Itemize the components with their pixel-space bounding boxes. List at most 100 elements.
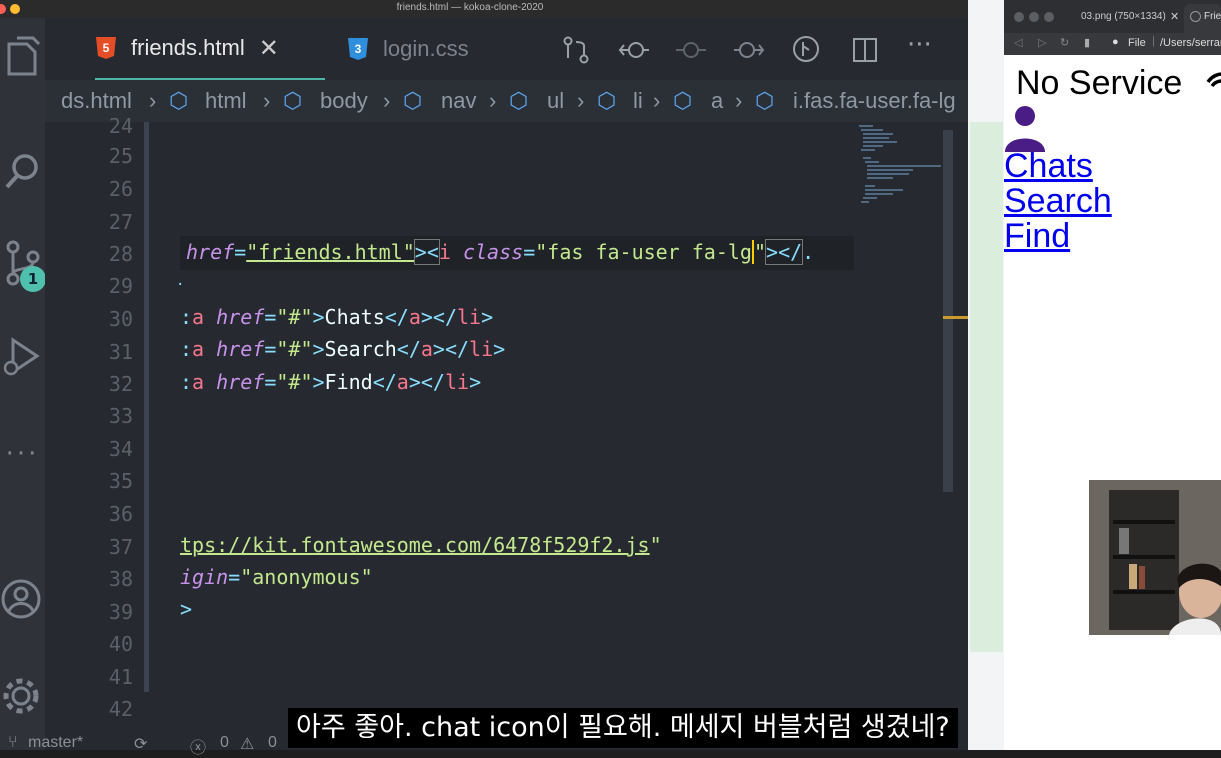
browser-tab-title[interactable]: 03.png (750×1334) [1081,11,1166,22]
line-number: 36 [108,502,133,526]
code-line-39[interactable]: > [180,597,192,621]
source-control-icon[interactable]: 1 [0,236,46,292]
cube-icon: ⬡ [755,88,775,113]
breadcrumb-item[interactable]: li [633,88,643,114]
code-token: = [523,240,536,264]
zoom-window-button[interactable] [1044,12,1054,22]
breadcrumb-item[interactable]: nav [441,88,476,114]
search-icon[interactable] [0,143,45,199]
minimap[interactable] [853,122,943,212]
tab-login-css[interactable]: 3 login.css [347,18,507,80]
user-icon [1005,106,1045,152]
chevron-right-icon: › [489,88,497,113]
code-token: Find [324,370,373,394]
line-number: 28 [108,242,133,266]
code-line-31[interactable]: :a href="#">Search</a></li> [180,337,505,361]
back-icon[interactable]: ◁ [1014,36,1022,49]
code-line-37[interactable]: tps://kit.fontawesome.com/6478f529f2.js" [180,533,662,557]
chevron-right-icon: › [577,88,585,113]
code-token: a [192,337,205,361]
more-actions-icon[interactable]: ··· [907,30,932,60]
close-window-button[interactable] [0,4,6,14]
tab-label: login.css [383,36,469,61]
close-icon[interactable]: ✕ [259,34,279,63]
line-number: 40 [108,632,133,656]
warning-icon[interactable]: ⚠ [240,734,254,754]
timeline-icon[interactable] [675,36,707,64]
code-line-28[interactable]: href="friends.html"><i class="fas fa-use… [186,239,814,265]
line-number: 33 [108,404,133,428]
breadcrumb-item[interactable]: a [711,88,723,114]
breadcrumb-item[interactable]: ul [547,88,564,114]
source-control-badge: 1 [20,266,46,292]
address-scheme[interactable]: File [1128,37,1146,49]
code-line-38[interactable]: igin="anonymous" [180,565,373,589]
error-icon[interactable]: ⓧ [190,734,206,758]
line-number: 35 [108,469,133,493]
code-token: igin [180,565,229,589]
gear-icon[interactable] [0,668,45,724]
previous-change-icon[interactable] [618,36,650,64]
code-line-30[interactable]: :a href="#">Chats</a></li> [180,305,493,329]
address-divider: | [1152,35,1155,47]
chevron-right-icon: › [383,88,391,113]
wifi-icon [1206,72,1221,88]
code-token: = [234,240,247,264]
sync-icon[interactable]: ⟳ [134,734,147,754]
text-cursor: " [751,240,767,264]
branch-name[interactable]: master* [28,734,83,752]
html5-icon: 5 [96,37,116,59]
line-number: 41 [108,665,133,689]
bookmark-icon[interactable]: ▮ [1084,36,1090,49]
reload-icon[interactable]: ↻ [1060,36,1069,49]
close-icon[interactable]: ✕ [1170,10,1179,23]
code-token: Chats [324,305,385,329]
cube-icon: ⬡ [403,88,423,113]
line-number: 37 [108,535,133,559]
branch-icon[interactable]: ⑂ [8,734,18,752]
cube-icon: ⬡ [597,88,617,113]
open-changes-icon[interactable] [562,36,590,64]
code-line-29[interactable]: . [176,273,184,289]
split-editor-icon[interactable] [851,36,879,64]
browser-tab-title[interactable]: Frie [1204,11,1221,22]
line-number: 30 [108,307,133,331]
code-editor[interactable] [45,122,968,750]
account-icon[interactable] [0,571,45,627]
address-bar[interactable]: /Users/serran [1160,37,1221,49]
scroll-marker [943,316,968,319]
forward-icon[interactable]: ▷ [1038,36,1046,49]
breadcrumb-item[interactable]: html [205,88,247,114]
vertical-scrollbar[interactable] [943,130,953,492]
nav-link-find[interactable]: Find [1004,217,1070,256]
more-icon[interactable]: ··· [0,426,45,482]
git-graph-icon[interactable] [791,34,821,64]
nav-link-search[interactable]: Search [1004,182,1112,221]
tab-label: friends.html [131,35,245,60]
code-token: = [228,565,241,589]
code-line-32[interactable]: :a href="#">Find</a></li> [180,370,481,394]
cube-icon: ⬡ [509,88,529,113]
info-icon[interactable]: ● [1112,36,1119,48]
minimize-window-button[interactable] [10,4,20,14]
explorer-icon[interactable] [0,30,45,86]
code-token: Search [324,337,397,361]
line-number: 34 [108,437,133,461]
close-window-button[interactable] [1014,12,1024,22]
minimize-window-button[interactable] [1029,12,1039,22]
breadcrumb-item[interactable]: i.fas.fa-user.fa-lg [793,88,956,114]
code-token: i [438,240,451,264]
video-subtitle: 아주 좋아. chat icon이 필요해. 메세지 버블처럼 생겼네? [288,708,958,748]
nav-link-chats[interactable]: Chats [1004,147,1093,186]
next-change-icon[interactable] [733,36,765,64]
breadcrumb-item[interactable]: body [320,88,368,114]
code-token: tps://kit.fontawesome.com/6478f529f2.js [180,533,650,557]
webcam-overlay [1089,480,1221,635]
tab-friends-html[interactable]: 5 friends.html ✕ [95,18,325,80]
breadcrumb-item[interactable]: ds.html [61,88,132,114]
line-number: 31 [108,340,133,364]
page-heading: No Service [1016,64,1183,102]
window-title: friends.html — kokoa-clone-2020 [396,2,544,13]
run-debug-icon[interactable] [0,328,45,384]
cube-icon: ⬡ [283,88,303,113]
